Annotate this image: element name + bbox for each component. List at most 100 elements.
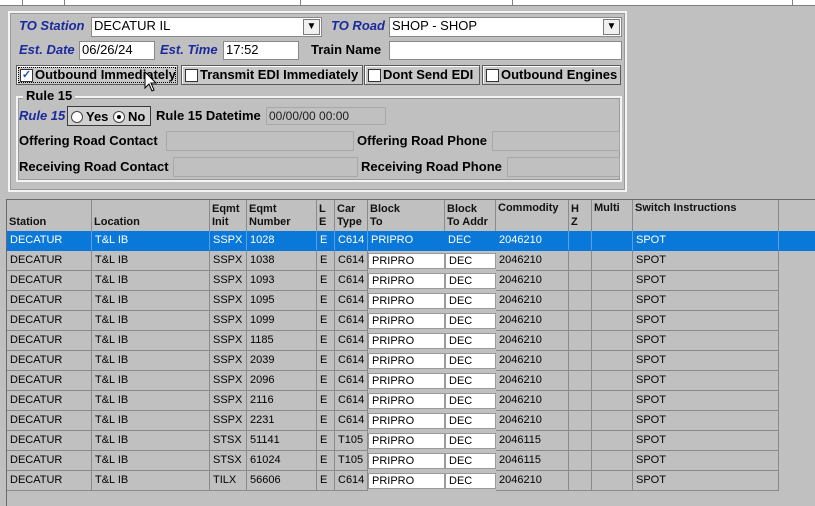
- strip-divider: [792, 0, 793, 5]
- cell-switch-instructions: SPOT: [633, 231, 779, 251]
- checkmark-icon[interactable]: ✓: [20, 69, 33, 82]
- est-date-input[interactable]: 06/26/24: [79, 41, 155, 60]
- transmit-edi-label: Transmit EDI Immediately: [200, 67, 359, 82]
- table-row[interactable]: DECATUR T&L IB SSPX 1185 E C614 PRIPRO DEC 20462…: [7, 331, 815, 351]
- est-time-label: Est. Time: [160, 42, 218, 57]
- cell-block-to[interactable]: PRIPRO: [368, 433, 445, 449]
- cell-eqmt-init: TILX: [210, 471, 247, 491]
- table-row[interactable]: DECATUR T&L IB STSX 61024 E T105 PRIPRO DEC 2046…: [7, 451, 815, 471]
- cell-block-to-addr[interactable]: DEC: [445, 333, 496, 349]
- cell-block-to[interactable]: PRIPRO: [368, 413, 445, 429]
- chevron-down-icon[interactable]: ▼: [603, 19, 620, 35]
- cell-switch-instructions: SPOT: [633, 251, 779, 271]
- table-row[interactable]: DECATUR T&L IB SSPX 2096 E C614 PRIPRO DEC 20462…: [7, 371, 815, 391]
- to-station-select[interactable]: DECATUR IL ▼: [91, 17, 322, 37]
- column-header-car-type[interactable]: Car Type: [335, 200, 368, 231]
- cell-hz: [569, 411, 592, 431]
- transmit-edi-checkbox[interactable]: Transmit EDI Immediately: [181, 65, 363, 85]
- radio-icon[interactable]: [71, 111, 83, 123]
- cell-switch-instructions: SPOT: [633, 331, 779, 351]
- cell-block-to-addr[interactable]: DEC: [445, 293, 496, 309]
- receiving-road-contact-input[interactable]: [173, 157, 358, 177]
- cell-block-to[interactable]: PRIPRO: [368, 373, 445, 389]
- cell-commodity: 2046210: [496, 271, 569, 291]
- table-row[interactable]: DECATUR T&L IB SSPX 2039 E C614 PRIPRO DEC 20462…: [7, 351, 815, 371]
- radio-selected-icon[interactable]: [113, 111, 125, 123]
- cell-block-to[interactable]: PRIPRO: [368, 231, 445, 251]
- table-row[interactable]: DECATUR T&L IB SSPX 1028 E C614 PRIPRO DEC 20462…: [7, 231, 815, 251]
- cell-station: DECATUR: [7, 231, 92, 251]
- cell-block-to[interactable]: PRIPRO: [368, 453, 445, 469]
- table-row[interactable]: DECATUR T&L IB SSPX 1095 E C614 PRIPRO DEC 20462…: [7, 291, 815, 311]
- cell-eqmt-number: 1028: [247, 231, 317, 251]
- column-header-location[interactable]: Location: [92, 200, 210, 231]
- cell-block-to-addr[interactable]: DEC: [445, 413, 496, 429]
- est-time-input[interactable]: 17:52: [223, 41, 299, 60]
- table-row[interactable]: DECATUR T&L IB TILX 56606 E C614 PRIPRO DEC 2046…: [7, 471, 815, 491]
- column-header-block-to[interactable]: Block To: [368, 200, 445, 231]
- cell-block-to[interactable]: PRIPRO: [368, 473, 445, 489]
- cell-le: E: [317, 331, 335, 351]
- cell-block-to[interactable]: PRIPRO: [368, 393, 445, 409]
- table-row[interactable]: DECATUR T&L IB SSPX 1038 E C614 PRIPRO DEC 20462…: [7, 251, 815, 271]
- cell-block-to[interactable]: PRIPRO: [368, 333, 445, 349]
- checkbox-icon[interactable]: [486, 69, 499, 82]
- outbound-engines-checkbox[interactable]: Outbound Engines: [482, 65, 621, 85]
- cell-block-to-addr[interactable]: DEC: [445, 353, 496, 369]
- offering-road-contact-input[interactable]: [166, 131, 354, 151]
- cell-block-to-addr[interactable]: DEC: [445, 273, 496, 289]
- table-row[interactable]: DECATUR T&L IB SSPX 2116 E C614 PRIPRO DEC 20462…: [7, 391, 815, 411]
- table-row[interactable]: DECATUR T&L IB SSPX 1093 E C614 PRIPRO DEC 20462…: [7, 271, 815, 291]
- cell-commodity: 2046210: [496, 231, 569, 251]
- cell-commodity: 2046210: [496, 351, 569, 371]
- cell-block-to[interactable]: PRIPRO: [368, 253, 445, 269]
- cell-car-type: C614: [335, 251, 368, 271]
- cell-commodity: 2046210: [496, 391, 569, 411]
- cell-eqmt-number: 1099: [247, 311, 317, 331]
- cell-block-to-addr[interactable]: DEC: [445, 231, 496, 251]
- checkbox-icon[interactable]: [185, 69, 198, 82]
- cell-block-to-addr[interactable]: DEC: [445, 393, 496, 409]
- column-header-le[interactable]: L E: [317, 200, 335, 231]
- column-header-switch-instructions[interactable]: Switch Instructions: [633, 200, 779, 231]
- column-header-eqmt-number[interactable]: Eqmt Number: [247, 200, 317, 231]
- offering-road-phone-input[interactable]: [492, 131, 620, 151]
- column-header-commodity[interactable]: Commodity: [496, 200, 569, 231]
- cell-block-to[interactable]: PRIPRO: [368, 293, 445, 309]
- train-name-label: Train Name: [311, 42, 382, 57]
- column-header-station[interactable]: Station: [7, 200, 92, 231]
- table-row[interactable]: DECATUR T&L IB SSPX 1099 E C614 PRIPRO DEC 20462…: [7, 311, 815, 331]
- cell-eqmt-number: 1095: [247, 291, 317, 311]
- column-header-block-to-addr[interactable]: Block To Addr: [445, 200, 496, 231]
- cell-block-to-addr[interactable]: DEC: [445, 453, 496, 469]
- column-header-hz[interactable]: H Z: [569, 200, 592, 231]
- rule15-no-radio[interactable]: No: [113, 109, 145, 125]
- cell-eqmt-init: STSX: [210, 451, 247, 471]
- cell-block-to-addr[interactable]: DEC: [445, 373, 496, 389]
- dont-send-edi-checkbox[interactable]: Dont Send EDI: [364, 65, 480, 85]
- cell-block-to[interactable]: PRIPRO: [368, 353, 445, 369]
- cell-block-to-addr[interactable]: DEC: [445, 473, 496, 489]
- car-list-grid[interactable]: Station Location Eqmt Init Eqmt Number L E Ca…: [6, 199, 815, 506]
- cell-block-to-addr[interactable]: DEC: [445, 433, 496, 449]
- cell-block-to[interactable]: PRIPRO: [368, 273, 445, 289]
- cell-block-to[interactable]: PRIPRO: [368, 313, 445, 329]
- chevron-down-icon[interactable]: ▼: [303, 19, 320, 35]
- column-header-eqmt-init[interactable]: Eqmt Init: [210, 200, 247, 231]
- table-row[interactable]: DECATUR T&L IB STSX 51141 E T105 PRIPRO DEC 2046…: [7, 431, 815, 451]
- receiving-road-phone-input[interactable]: [507, 157, 620, 177]
- checkbox-icon[interactable]: [368, 69, 381, 82]
- cell-block-to-addr[interactable]: DEC: [445, 253, 496, 269]
- column-header-label: Location: [94, 216, 140, 228]
- strip-divider: [512, 0, 513, 5]
- column-header-multi[interactable]: Multi: [592, 200, 633, 231]
- cell-station: DECATUR: [7, 351, 92, 371]
- cell-location: T&L IB: [92, 231, 210, 251]
- cell-multi: [592, 331, 633, 351]
- table-row[interactable]: DECATUR T&L IB SSPX 2231 E C614 PRIPRO DEC 20462…: [7, 411, 815, 431]
- train-name-input[interactable]: [389, 41, 622, 60]
- rule15-datetime-input[interactable]: 00/00/00 00:00: [266, 107, 386, 125]
- rule15-yes-radio[interactable]: Yes: [71, 109, 108, 125]
- cell-block-to-addr[interactable]: DEC: [445, 313, 496, 329]
- to-road-select[interactable]: SHOP - SHOP ▼: [389, 17, 622, 37]
